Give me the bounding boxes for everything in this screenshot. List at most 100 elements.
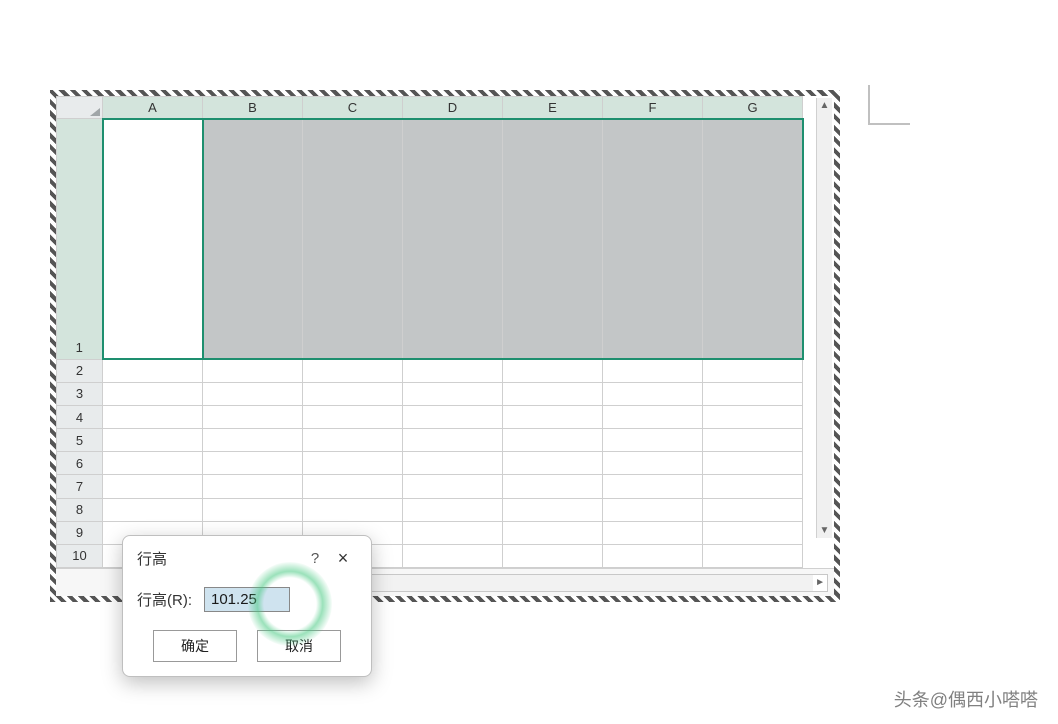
cell-F1[interactable]: [603, 119, 703, 360]
cell-A2[interactable]: [103, 359, 203, 382]
cell-F10[interactable]: [603, 544, 703, 567]
cell-B5[interactable]: [203, 429, 303, 452]
row-header-7[interactable]: 7: [57, 475, 103, 498]
cell-C4[interactable]: [303, 405, 403, 428]
cell-D6[interactable]: [403, 452, 503, 475]
spreadsheet-grid[interactable]: A B C D E F G 12345678910: [56, 96, 804, 568]
scroll-up-icon[interactable]: ▲: [818, 98, 832, 113]
cell-E6[interactable]: [503, 452, 603, 475]
select-all-corner[interactable]: [57, 97, 103, 119]
cell-D2[interactable]: [403, 359, 503, 382]
dialog-help-button[interactable]: ?: [301, 550, 329, 567]
cell-B2[interactable]: [203, 359, 303, 382]
cell-G4[interactable]: [703, 405, 803, 428]
cell-E7[interactable]: [503, 475, 603, 498]
row-header-1[interactable]: 1: [57, 119, 103, 360]
row-header-3[interactable]: 3: [57, 382, 103, 405]
cell-A3[interactable]: [103, 382, 203, 405]
row-height-input[interactable]: [204, 587, 290, 612]
row-header-5[interactable]: 5: [57, 429, 103, 452]
cell-G2[interactable]: [703, 359, 803, 382]
cell-D7[interactable]: [403, 475, 503, 498]
dialog-button-row: 确定 取消: [137, 630, 357, 662]
cell-F2[interactable]: [603, 359, 703, 382]
outside-decoration: [868, 85, 910, 125]
cell-F9[interactable]: [603, 521, 703, 544]
cell-B8[interactable]: [203, 498, 303, 521]
cell-A4[interactable]: [103, 405, 203, 428]
cell-A6[interactable]: [103, 452, 203, 475]
cell-G7[interactable]: [703, 475, 803, 498]
row-header-8[interactable]: 8: [57, 498, 103, 521]
cell-G8[interactable]: [703, 498, 803, 521]
cell-F3[interactable]: [603, 382, 703, 405]
cell-F8[interactable]: [603, 498, 703, 521]
cell-C6[interactable]: [303, 452, 403, 475]
hscroll-track[interactable]: [313, 575, 813, 591]
cell-F7[interactable]: [603, 475, 703, 498]
cell-C2[interactable]: [303, 359, 403, 382]
horizontal-scrollbar[interactable]: ◄ ►: [298, 574, 828, 592]
ok-button[interactable]: 确定: [153, 630, 237, 662]
col-header-E[interactable]: E: [503, 97, 603, 119]
cell-G10[interactable]: [703, 544, 803, 567]
col-header-G[interactable]: G: [703, 97, 803, 119]
cell-F5[interactable]: [603, 429, 703, 452]
col-header-D[interactable]: D: [403, 97, 503, 119]
cell-E3[interactable]: [503, 382, 603, 405]
row-header-4[interactable]: 4: [57, 405, 103, 428]
scroll-down-icon[interactable]: ▼: [818, 523, 832, 538]
scroll-right-icon[interactable]: ►: [813, 575, 827, 590]
cell-B7[interactable]: [203, 475, 303, 498]
cell-E8[interactable]: [503, 498, 603, 521]
cell-A1[interactable]: [103, 119, 203, 360]
cell-C3[interactable]: [303, 382, 403, 405]
cell-E9[interactable]: [503, 521, 603, 544]
cell-B1[interactable]: [203, 119, 303, 360]
cell-C1[interactable]: [303, 119, 403, 360]
cell-D3[interactable]: [403, 382, 503, 405]
cell-G6[interactable]: [703, 452, 803, 475]
cell-E5[interactable]: [503, 429, 603, 452]
cell-C8[interactable]: [303, 498, 403, 521]
cell-D5[interactable]: [403, 429, 503, 452]
row-header-2[interactable]: 2: [57, 359, 103, 382]
workbook-pane: A B C D E F G 12345678910 ▲ ▼ t: [56, 96, 834, 596]
cell-B4[interactable]: [203, 405, 303, 428]
col-header-B[interactable]: B: [203, 97, 303, 119]
cell-C5[interactable]: [303, 429, 403, 452]
cell-D4[interactable]: [403, 405, 503, 428]
cell-A5[interactable]: [103, 429, 203, 452]
row-header-6[interactable]: 6: [57, 452, 103, 475]
cell-A8[interactable]: [103, 498, 203, 521]
cell-E1[interactable]: [503, 119, 603, 360]
cell-B6[interactable]: [203, 452, 303, 475]
cell-E2[interactable]: [503, 359, 603, 382]
row-height-dialog: 行高 ? × 行高(R): 确定 取消: [122, 535, 372, 677]
selection-frame: A B C D E F G 12345678910 ▲ ▼ t: [50, 90, 840, 602]
row-header-10[interactable]: 10: [57, 544, 103, 567]
cell-F4[interactable]: [603, 405, 703, 428]
col-header-C[interactable]: C: [303, 97, 403, 119]
row-header-9[interactable]: 9: [57, 521, 103, 544]
cell-E4[interactable]: [503, 405, 603, 428]
cell-D10[interactable]: [403, 544, 503, 567]
row-height-label: 行高(R):: [137, 589, 192, 610]
cell-A7[interactable]: [103, 475, 203, 498]
vertical-scrollbar[interactable]: ▲ ▼: [816, 98, 832, 538]
cell-G3[interactable]: [703, 382, 803, 405]
cell-D9[interactable]: [403, 521, 503, 544]
col-header-F[interactable]: F: [603, 97, 703, 119]
col-header-A[interactable]: A: [103, 97, 203, 119]
cell-E10[interactable]: [503, 544, 603, 567]
cell-D8[interactable]: [403, 498, 503, 521]
dialog-close-button[interactable]: ×: [329, 548, 357, 569]
cell-F6[interactable]: [603, 452, 703, 475]
cell-B3[interactable]: [203, 382, 303, 405]
cell-G5[interactable]: [703, 429, 803, 452]
cancel-button[interactable]: 取消: [257, 630, 341, 662]
cell-G9[interactable]: [703, 521, 803, 544]
cell-G1[interactable]: [703, 119, 803, 360]
cell-C7[interactable]: [303, 475, 403, 498]
cell-D1[interactable]: [403, 119, 503, 360]
